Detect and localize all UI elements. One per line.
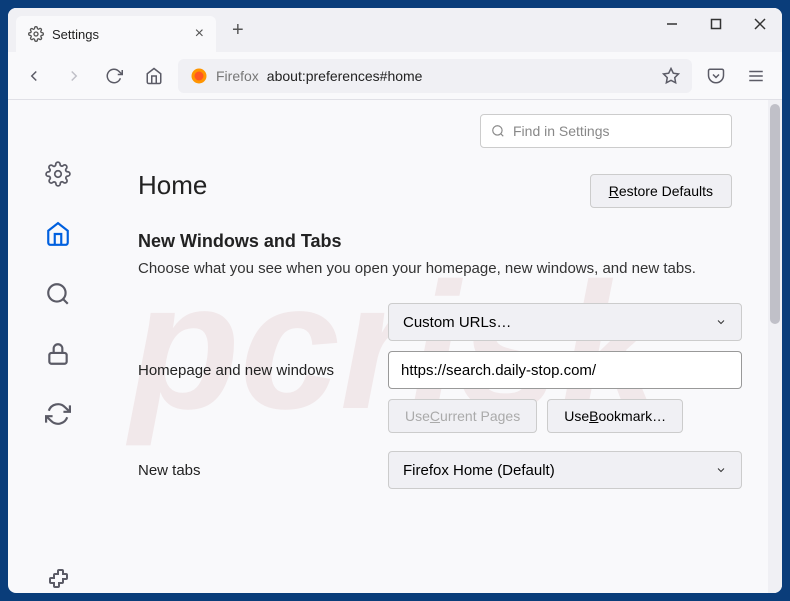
home-button[interactable]	[138, 60, 170, 92]
settings-search[interactable]: Find in Settings	[480, 114, 732, 148]
section-title: New Windows and Tabs	[138, 231, 742, 252]
newtabs-select[interactable]: Firefox Home (Default)	[388, 451, 742, 489]
gear-icon	[28, 26, 44, 42]
use-bookmark-button[interactable]: Use Bookmark…	[547, 399, 683, 433]
homepage-select[interactable]: Custom URLs…	[388, 303, 742, 341]
maximize-button[interactable]	[694, 8, 738, 40]
reload-button[interactable]	[98, 60, 130, 92]
tab-settings[interactable]: Settings ×	[16, 16, 216, 52]
homepage-select-value: Custom URLs…	[403, 314, 511, 331]
search-placeholder: Find in Settings	[513, 123, 610, 139]
section-desc: Choose what you see when you open your h…	[138, 260, 742, 277]
preferences-sidebar	[8, 100, 108, 593]
newtabs-label: New tabs	[138, 462, 368, 479]
url-bar[interactable]: Firefox about:preferences#home	[178, 59, 692, 93]
close-button[interactable]	[738, 8, 782, 40]
tab-close-icon[interactable]: ×	[195, 25, 204, 43]
restore-defaults-button[interactable]: Restore Defaults	[590, 174, 732, 208]
tab-title: Settings	[52, 27, 99, 42]
window-controls	[650, 8, 782, 40]
chevron-down-icon	[715, 316, 727, 328]
toolbar: Firefox about:preferences#home	[8, 52, 782, 100]
sidebar-search-icon[interactable]	[44, 280, 72, 308]
search-icon	[491, 124, 505, 138]
menu-button[interactable]	[740, 60, 772, 92]
chevron-down-icon	[715, 464, 727, 476]
homepage-label: Homepage and new windows	[138, 362, 368, 379]
url-context: Firefox	[216, 68, 259, 84]
pocket-icon[interactable]	[700, 60, 732, 92]
new-tab-button[interactable]: +	[224, 13, 252, 48]
tab-bar: Settings × +	[8, 8, 782, 52]
bookmark-star-icon[interactable]	[662, 67, 680, 85]
browser-window: Settings × + Firefox about:preferences#h…	[8, 8, 782, 593]
main-panel: Find in Settings Home Restore Defaults N…	[108, 100, 782, 593]
content-area: pcrisk Find in Settings Home Restore Def…	[8, 100, 782, 593]
forward-button[interactable]	[58, 60, 90, 92]
newtabs-select-value: Firefox Home (Default)	[403, 462, 555, 479]
minimize-button[interactable]	[650, 8, 694, 40]
homepage-url-input[interactable]	[388, 351, 742, 389]
sidebar-general-icon[interactable]	[44, 160, 72, 188]
use-current-pages-button[interactable]: Use Current Pages	[388, 399, 537, 433]
firefox-icon	[190, 67, 208, 85]
sidebar-home-icon[interactable]	[44, 220, 72, 248]
sidebar-extensions-icon[interactable]	[44, 565, 72, 593]
sidebar-privacy-icon[interactable]	[44, 340, 72, 368]
back-button[interactable]	[18, 60, 50, 92]
sidebar-sync-icon[interactable]	[44, 400, 72, 428]
url-address: about:preferences#home	[267, 68, 423, 84]
